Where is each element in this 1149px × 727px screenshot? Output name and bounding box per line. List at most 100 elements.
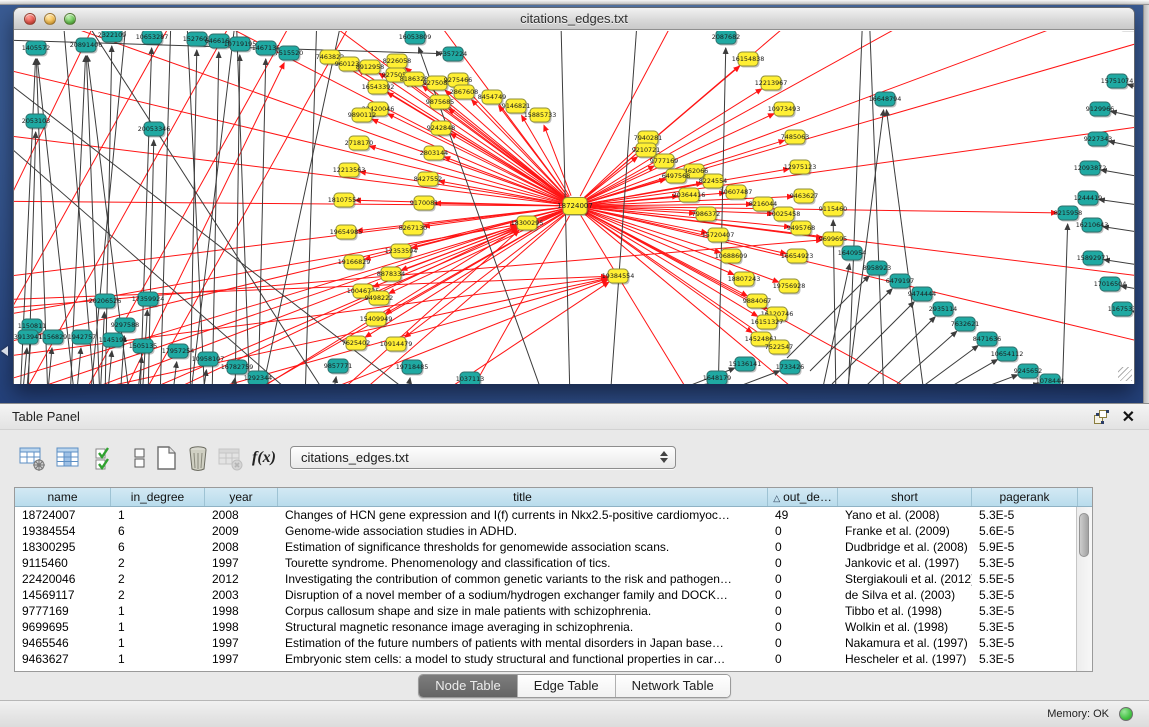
column-header-in_degree[interactable]: in_degree xyxy=(111,488,205,506)
graph-node[interactable]: 9857771 xyxy=(324,359,352,375)
graph-node[interactable]: 10688609 xyxy=(715,249,748,265)
graph-node[interactable]: 9495768 xyxy=(787,221,815,237)
graph-node[interactable]: 19654985 xyxy=(330,225,363,241)
close-window-button[interactable] xyxy=(24,13,36,25)
graph-node[interactable]: 10653287 xyxy=(136,31,169,46)
graph-node[interactable]: 1037113 xyxy=(456,372,484,384)
graph-node[interactable]: 7485063 xyxy=(781,130,809,146)
graph-node[interactable]: 1292344 xyxy=(244,371,272,384)
collapse-left-panel-icon[interactable] xyxy=(1,346,8,356)
graph-node[interactable]: 9498222 xyxy=(365,291,393,307)
graph-node[interactable]: 1244419 xyxy=(1074,191,1102,207)
graph-node[interactable]: 16210643 xyxy=(1076,218,1109,234)
graph-node[interactable]: 10973493 xyxy=(768,102,801,118)
graph-node[interactable]: 1640954 xyxy=(838,246,866,262)
graph-node[interactable]: 2087682 xyxy=(712,31,740,46)
graph-node[interactable]: 1648179 xyxy=(703,371,731,384)
graph-node[interactable]: 8267130 xyxy=(399,221,427,237)
graph-node[interactable]: 18107554 xyxy=(328,193,361,209)
graph-node[interactable]: 20053346 xyxy=(138,122,171,138)
graph-node[interactable]: 1505135 xyxy=(129,339,157,355)
network-view-window[interactable]: citations_edges.txt 18724007746382296012… xyxy=(13,7,1135,384)
graph-node[interactable]: 2053103 xyxy=(22,114,50,130)
graph-node[interactable]: 8226058 xyxy=(383,54,411,70)
graph-node[interactable]: 17016504 xyxy=(1094,277,1127,293)
import-table-icon[interactable] xyxy=(216,444,244,472)
column-header-title[interactable]: title xyxy=(278,488,768,506)
table-row[interactable]: 1456911722003Disruption of a novel membe… xyxy=(15,587,1092,603)
graph-node[interactable]: 7632621 xyxy=(951,317,979,333)
table-row[interactable]: 946554611997Estimation of the future num… xyxy=(15,635,1092,651)
select-columns-icon[interactable] xyxy=(92,444,120,472)
graph-node[interactable]: 1942757 xyxy=(68,330,96,346)
memory-status-indicator[interactable] xyxy=(1119,707,1133,721)
graph-node[interactable]: 7986372 xyxy=(692,207,720,223)
graph-node[interactable]: 8471636 xyxy=(973,332,1001,348)
graph-node[interactable]: 16053809 xyxy=(399,31,432,46)
tab-edge-table[interactable]: Edge Table xyxy=(517,675,615,697)
graph-node[interactable]: 17957254 xyxy=(162,344,195,360)
column-header-year[interactable]: year xyxy=(205,488,278,506)
row-height-icon[interactable] xyxy=(126,444,154,472)
graph-node[interactable]: 15751074 xyxy=(1101,74,1134,90)
network-graph[interactable]: 1872400774638229601234891295882260589275… xyxy=(14,31,1134,384)
graph-node[interactable]: 16648794 xyxy=(869,92,902,108)
graph-node[interactable]: 20891406 xyxy=(70,38,103,54)
graph-node[interactable]: 19384554 xyxy=(602,269,635,285)
column-header-name[interactable]: name xyxy=(15,488,111,506)
graph-node[interactable]: 12093872 xyxy=(1074,161,1107,177)
graph-node[interactable]: 9170081 xyxy=(410,196,438,212)
graph-node[interactable]: 9699695 xyxy=(819,232,847,248)
graph-node[interactable]: 9129966 xyxy=(1086,102,1114,118)
show-columns-icon[interactable] xyxy=(54,444,82,472)
graph-node[interactable]: 20206526 xyxy=(89,294,122,310)
graph-node[interactable]: 7515520 xyxy=(275,46,303,62)
table-row[interactable]: 969969511998Structural magnetic resonanc… xyxy=(15,619,1092,635)
graph-node[interactable]: 16154838 xyxy=(732,52,765,68)
window-titlebar[interactable]: citations_edges.txt xyxy=(14,8,1134,30)
close-panel-icon[interactable]: ✕ xyxy=(1122,407,1135,427)
graph-node[interactable]: 6479197 xyxy=(886,274,914,290)
graph-node[interactable]: 10914479 xyxy=(380,337,413,353)
graph-node[interactable]: 16151327 xyxy=(751,315,784,331)
graph-node[interactable]: 1405572 xyxy=(22,41,50,57)
table-row[interactable]: 911546021997Tourette syndrome. Phenomeno… xyxy=(15,555,1092,571)
graph-node[interactable]: 8958923 xyxy=(863,261,891,277)
table-row[interactable]: 977716911998Corpus callosum shape and si… xyxy=(15,603,1092,619)
graph-node[interactable]: 6497568 xyxy=(662,169,690,185)
graph-node[interactable]: 9297588 xyxy=(111,318,139,334)
graph-node[interactable]: 9227343 xyxy=(1084,132,1112,148)
column-header-out_de[interactable]: △out_de… xyxy=(768,488,838,506)
graph-node[interactable]: 8216044 xyxy=(749,197,777,213)
graph-node[interactable]: 7522547 xyxy=(765,340,793,356)
graph-node[interactable]: 18807243 xyxy=(728,272,761,288)
graph-node[interactable]: 8912958 xyxy=(356,60,384,76)
graph-node[interactable]: 10958107 xyxy=(192,352,225,368)
graph-node[interactable]: 9210721 xyxy=(632,143,660,159)
graph-node[interactable]: 1151137 xyxy=(1114,31,1134,32)
table-row[interactable]: 2242004622012Investigating the contribut… xyxy=(15,571,1092,587)
column-header-pagerank[interactable]: pagerank xyxy=(972,488,1078,506)
table-row[interactable]: 946362711997Embryonic stem cells: a mode… xyxy=(15,651,1092,667)
graph-node[interactable]: 9463627 xyxy=(790,189,818,205)
table-settings-icon[interactable] xyxy=(18,444,46,472)
graph-node[interactable]: 9242848 xyxy=(427,121,455,137)
tab-network-table[interactable]: Network Table xyxy=(615,675,730,697)
graph-node[interactable]: 15136141 xyxy=(729,357,762,373)
graph-node[interactable]: 1733426 xyxy=(776,360,804,376)
graph-node[interactable]: 2803144 xyxy=(420,146,448,162)
table-row[interactable]: 1872400712008Changes of HCN gene express… xyxy=(15,507,1092,523)
graph-node[interactable]: 2935114 xyxy=(929,302,957,318)
graph-node[interactable]: 7357224 xyxy=(439,47,467,63)
minimize-window-button[interactable] xyxy=(44,13,56,25)
network-canvas[interactable]: 1872400774638229601234891295882260589275… xyxy=(14,31,1134,384)
resize-grip[interactable] xyxy=(1118,367,1132,381)
graph-node[interactable]: 8878334 xyxy=(377,267,405,283)
scrollbar-thumb[interactable] xyxy=(1079,513,1089,557)
zoom-window-button[interactable] xyxy=(64,13,76,25)
graph-node[interactable]: 7625402 xyxy=(342,336,370,352)
graph-node[interactable]: 9884067 xyxy=(743,294,771,310)
tab-node-table[interactable]: Node Table xyxy=(419,675,517,697)
graph-node[interactable]: 8215958 xyxy=(1054,206,1082,222)
graph-node[interactable]: 1167533 xyxy=(1108,302,1134,318)
